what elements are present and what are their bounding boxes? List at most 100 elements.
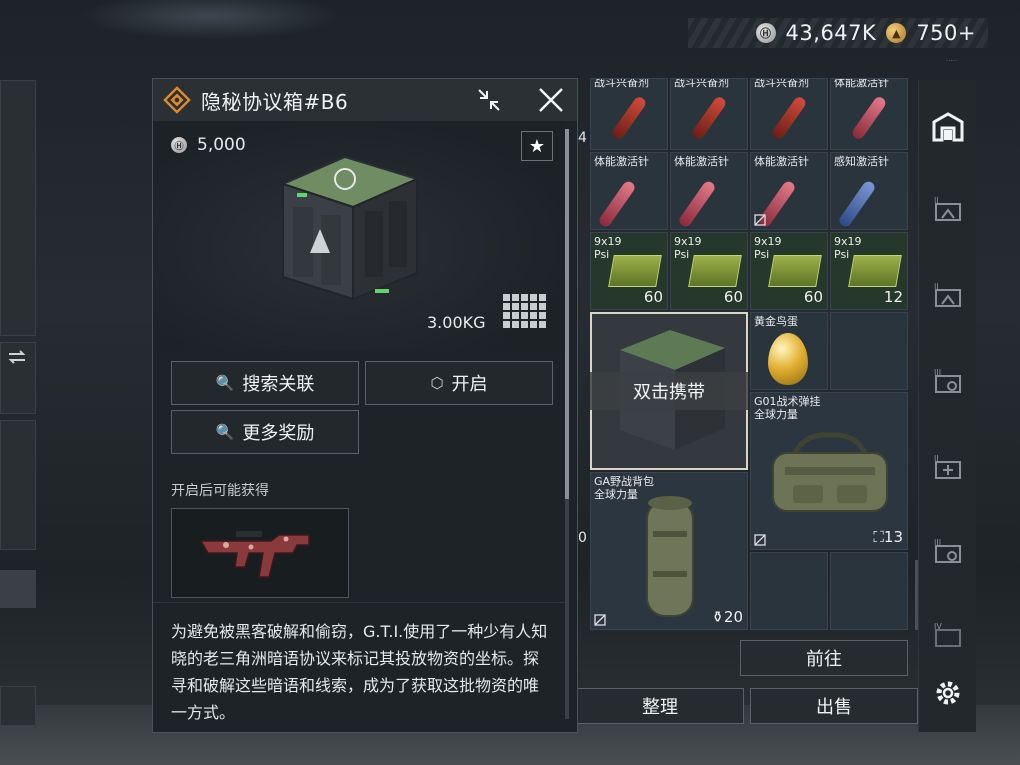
stimulant-icon — [690, 94, 728, 142]
cell-count: 12 — [883, 288, 903, 306]
inventory-cell[interactable]: 体能激活针 — [750, 152, 828, 230]
reward-item[interactable] — [171, 508, 349, 598]
svg-text:II: II — [934, 196, 939, 205]
level-2-medical-container-icon[interactable]: II — [929, 448, 967, 486]
cell-label: 战斗兴奋剂 — [594, 78, 649, 89]
level-3-container-icon[interactable]: III — [929, 362, 967, 400]
cell-label: 体能激活针 — [754, 155, 809, 168]
gold-amount: 750+ — [916, 21, 976, 45]
svg-text:II: II — [934, 454, 939, 463]
inventory-cell-ammo[interactable]: 9x19 Psi 12 — [830, 232, 908, 310]
divider — [153, 602, 565, 603]
protocol-brand-icon — [163, 86, 191, 114]
inventory-cell-duffel[interactable]: G01战术弹挂 全球力量 ⛶13 — [750, 392, 908, 550]
silver-coin-icon: Ⓗ — [171, 137, 187, 153]
inventory-cell-empty[interactable] — [830, 552, 908, 630]
cell-label: 体能激活针 — [834, 78, 889, 89]
inventory-cell-ammo[interactable]: 9x19 Psi 60 — [670, 232, 748, 310]
swap-icon — [8, 350, 26, 364]
open-button[interactable]: ⬡ 开启 — [365, 361, 553, 405]
stimulant-icon — [610, 94, 648, 142]
silver-amount: 43,647K — [785, 21, 877, 45]
goto-button[interactable]: 前往 — [740, 640, 908, 676]
item-detail-popup: 隐秘协议箱#B6 Ⓗ 5,000 ★ 3.00KG 🔍 搜索关联 ⬡ 开启 🔍 … — [152, 78, 578, 733]
inventory-cell-empty[interactable] — [830, 312, 908, 390]
backpack-icon — [646, 496, 694, 617]
left-slot[interactable] — [0, 420, 36, 550]
possible-rewards-label: 开启后可能获得 — [171, 483, 269, 499]
inventory-cell-ammo[interactable]: 9x19 Psi 60 — [590, 232, 668, 310]
golden-egg-icon — [768, 333, 808, 385]
silver-coin-icon: Ⓗ — [755, 23, 776, 43]
close-button[interactable] — [535, 85, 567, 115]
inventory-cell-empty[interactable] — [750, 552, 828, 630]
collapse-icon — [478, 89, 500, 111]
cell-count: ⛶13 — [873, 528, 903, 546]
svg-text:III: III — [934, 538, 941, 547]
cell-label: 体能激活针 — [674, 155, 729, 168]
grid-capacity-icon: ⛶ — [873, 528, 884, 546]
more-rewards-button[interactable]: 🔍 更多奖励 — [171, 410, 359, 454]
left-card[interactable] — [0, 80, 36, 336]
ammo-box-icon — [848, 255, 902, 287]
safe-house-icon[interactable] — [929, 108, 967, 146]
popup-header: 隐秘协议箱#B6 — [153, 79, 577, 121]
level-2-container-icon[interactable]: II — [929, 276, 967, 314]
cell-label: 战斗兴奋剂 — [754, 78, 809, 89]
search-icon: 🔍 — [215, 374, 235, 392]
inventory-cell-backpack[interactable]: GA野战背包 全球力量 ⚱20 — [590, 472, 748, 630]
inventory-cell[interactable]: 战斗兴奋剂 — [590, 78, 668, 150]
svg-text:II: II — [934, 282, 939, 291]
collapse-button[interactable] — [473, 85, 505, 115]
gold-coin-icon: ▲ — [886, 23, 907, 43]
version-text: ····· — [946, 57, 958, 65]
sell-button[interactable]: 出售 — [750, 688, 918, 724]
item-description: 为避免被黑客破解和偷窃，G.T.I.使用了一种少有人知晓的老三角洲暗语协议来标记… — [171, 622, 548, 722]
cell-count-left: 4 — [578, 130, 587, 146]
cell-label: 体能激活针 — [594, 155, 649, 168]
button-label: 开启 — [451, 374, 488, 395]
button-label: 搜索关联 — [242, 374, 315, 395]
favorite-button[interactable]: ★ — [521, 131, 553, 161]
double-click-carry-overlay[interactable]: 双击携带 — [590, 372, 748, 410]
price-value: 5,000 — [197, 135, 246, 155]
inventory-cell[interactable]: 感知激活针 — [830, 152, 908, 230]
cell-label: 感知激活针 — [834, 155, 889, 168]
left-panel-edge — [0, 80, 36, 730]
cell-label: G01战术弹挂 全球力量 — [754, 395, 821, 421]
cell-count: 60 — [723, 288, 743, 306]
cell-label: 黄金鸟蛋 — [754, 315, 798, 328]
level-4-container-icon[interactable]: IV — [929, 616, 967, 654]
level-2-container-icon[interactable]: II — [929, 190, 967, 228]
currency-bar: Ⓗ 43,647K ▲ 750+ — [688, 18, 988, 48]
inventory-cell[interactable]: 战斗兴奋剂 — [750, 78, 828, 150]
inventory-cell[interactable]: 战斗兴奋剂 — [670, 78, 748, 150]
injector-icon — [597, 179, 637, 229]
popup-scrollbar-thumb[interactable] — [565, 129, 569, 499]
organize-button[interactable]: 整理 — [576, 688, 744, 724]
left-button-bottom[interactable] — [0, 686, 36, 726]
open-box-icon: ⬡ — [430, 374, 444, 392]
injector-icon — [850, 94, 888, 142]
container-sidebar: II II III II III IV — [918, 80, 976, 732]
inventory-cell[interactable]: 体能激活针 — [590, 152, 668, 230]
cell-count: 60 — [643, 288, 663, 306]
settings-icon[interactable] — [929, 674, 967, 712]
left-button[interactable] — [0, 570, 36, 608]
item-price: Ⓗ 5,000 — [171, 135, 246, 155]
item-preview-area: Ⓗ 5,000 ★ 3.00KG — [153, 121, 565, 351]
inventory-cell[interactable]: 体能激活针 — [830, 78, 908, 150]
level-3-container-icon[interactable]: III — [929, 532, 967, 570]
not-carryable-icon — [754, 214, 766, 226]
inventory-cell[interactable]: 体能激活针 — [670, 152, 748, 230]
star-icon: ★ — [528, 135, 546, 157]
search-related-button[interactable]: 🔍 搜索关联 — [171, 361, 359, 405]
inventory-cell-ammo[interactable]: 9x19 Psi 60 — [750, 232, 828, 310]
not-carryable-icon — [754, 534, 766, 546]
cell-count: 60 — [803, 288, 823, 306]
svg-text:III: III — [934, 368, 941, 377]
item-weight: 3.00KG — [427, 313, 486, 332]
cell-count: ⚱20 — [711, 608, 743, 626]
swap-panel[interactable] — [0, 342, 36, 414]
svg-text:IV: IV — [934, 622, 942, 631]
